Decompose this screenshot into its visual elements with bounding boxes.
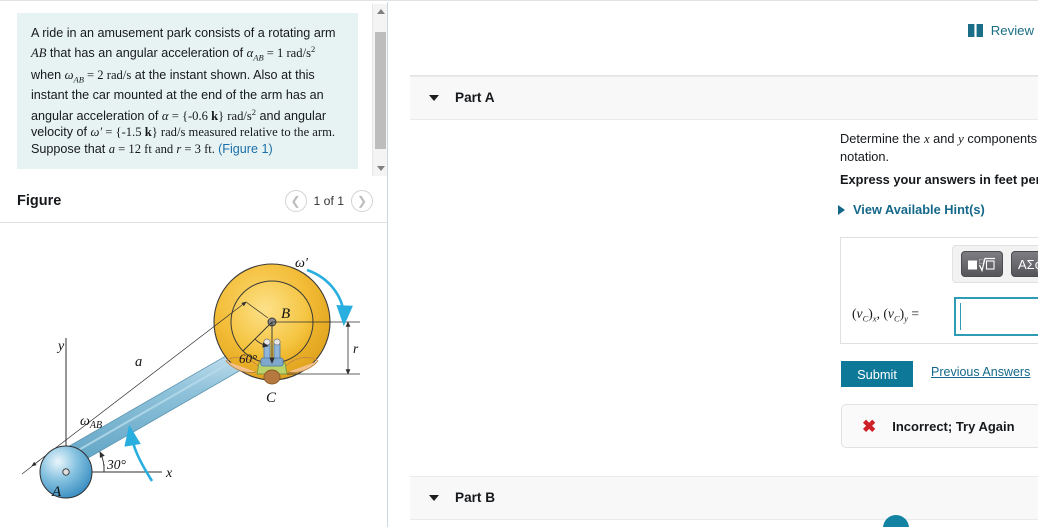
r-value: = 3 ft. <box>181 141 219 156</box>
greek-symbols-button[interactable]: ΑΣϕ <box>1011 251 1038 277</box>
question-post: components of the velocity of the passen… <box>967 131 1038 146</box>
point-c-label: C <box>266 390 277 406</box>
angle-30-label: 30° <box>106 457 127 472</box>
axis-y-label: y <box>56 339 65 354</box>
omega-prime-value-post: } rad/s measured relative to the arm. <box>151 125 336 140</box>
answer-input[interactable] <box>954 297 1038 336</box>
answer-c-1: C <box>862 313 869 324</box>
part-a-title: Part A <box>455 90 495 105</box>
left-problem-panel: A ride in an amusement park consists of … <box>0 2 388 527</box>
figure-header: Figure ❮ 1 of 1 ❯ <box>0 184 387 223</box>
homework-problem-page: A ride in an amusement park consists of … <box>0 0 1038 527</box>
book-icon <box>967 24 983 37</box>
problem-line-1: A ride in an amusement park consists of … <box>31 26 311 40</box>
scroll-down-arrow-icon[interactable] <box>373 161 387 176</box>
point-b-label: B <box>281 306 290 322</box>
omega-prime-symbol: ω′ <box>90 125 103 140</box>
figure-next-button[interactable]: ❯ <box>351 190 373 212</box>
point-a-label: A <box>51 484 62 500</box>
review-label: Review <box>990 23 1034 38</box>
scroll-up-arrow-icon[interactable] <box>373 4 387 19</box>
suppose-text: Suppose that <box>31 141 109 156</box>
omega-prime-label: ω′ <box>295 256 309 271</box>
greek-symbols-label: ΑΣϕ <box>1018 256 1038 272</box>
review-link[interactable]: Review <box>967 23 1034 38</box>
figure-title: Figure <box>17 193 62 209</box>
a-value: = 12 ft and <box>115 141 177 156</box>
math-editor-toolbar: □ ΑΣϕ ↕ vec <box>952 245 1038 283</box>
template-nth-root-button[interactable]: □ <box>961 251 1003 277</box>
caret-down-icon[interactable] <box>429 495 439 501</box>
previous-answers-link[interactable]: Previous Answers <box>931 365 1030 379</box>
error-x-icon: ✖ <box>862 416 877 436</box>
omega-prime-value-pre: = {-1.5 <box>102 125 145 140</box>
text-cursor <box>960 303 961 330</box>
right-answer-panel: Review Part A Determine the x and y comp… <box>389 2 1038 527</box>
feedback-text: Incorrect; Try Again <box>892 418 1015 434</box>
dim-a-label: a <box>135 354 142 370</box>
figure-image: 60° r B C ω′ a y x A 30° ωAB <box>0 222 387 527</box>
part-a-header[interactable]: Part A <box>410 76 1038 120</box>
alpha-ab-subscript: AB <box>253 53 264 64</box>
when-text: when <box>31 67 65 82</box>
part-b-title: Part B <box>455 490 496 505</box>
angle-60-label: 60° <box>239 351 257 366</box>
problem-scrollbar[interactable] <box>372 4 387 176</box>
answer-c-2: C <box>893 313 900 324</box>
alpha-value-pre: = {-0.6 <box>168 109 212 124</box>
answer-comma: , <box>876 306 884 321</box>
figure-prev-button[interactable]: ❮ <box>284 190 307 212</box>
answer-label: (vC)x, (vC)y = <box>852 306 919 324</box>
question-mid: and <box>929 131 959 146</box>
problem-statement: A ride in an amusement park consists of … <box>17 13 358 170</box>
question-text: Determine the x and y components of the … <box>840 130 1038 165</box>
alpha-value-post: } rad/s <box>218 109 252 124</box>
figure-page-label: 1 of 1 <box>313 194 345 208</box>
question-pre: Determine the <box>840 131 924 146</box>
arm-ab-label: AB <box>31 46 47 61</box>
omega-ab-label: ωAB <box>80 414 102 431</box>
at-instant-text: at the instant <box>131 67 207 82</box>
axis-x-label: x <box>165 466 173 481</box>
answer-equals: = <box>907 306 919 321</box>
part-b-header[interactable]: Part B <box>410 476 1038 520</box>
figure-pager: ❮ 1 of 1 ❯ <box>284 190 373 212</box>
alpha-ab-value: = 1 rad/s <box>263 46 311 61</box>
alpha-symbol: α <box>161 109 169 124</box>
caret-down-icon[interactable] <box>429 95 439 101</box>
problem-line-2-post: that has an angular acceleration of <box>46 46 244 61</box>
alpha-ab-exponent: 2 <box>310 44 316 55</box>
problem-line-2-pre: arm <box>313 26 336 40</box>
feedback-message: ✖ Incorrect; Try Again <box>841 404 1038 448</box>
view-hints-label: View Available Hint(s) <box>853 202 985 217</box>
view-hints-toggle[interactable]: View Available Hint(s) <box>838 202 985 217</box>
omega-prime-k-vector: k <box>144 125 152 140</box>
scrollbar-thumb[interactable] <box>375 32 386 149</box>
omega-ab-symbol: ω <box>64 67 74 82</box>
omega-ab-subscript: AB <box>73 74 84 85</box>
instruction-text: Express your answers in feet per second … <box>840 172 1038 187</box>
caret-right-icon[interactable] <box>838 204 845 215</box>
dim-r-label: r <box>353 341 359 356</box>
figure-1-link[interactable]: (Figure 1) <box>218 142 273 156</box>
submit-button[interactable]: Submit <box>841 361 913 387</box>
omega-ab-value: = 2 rad/s <box>83 67 132 82</box>
omega-ab-arrow <box>124 424 154 482</box>
